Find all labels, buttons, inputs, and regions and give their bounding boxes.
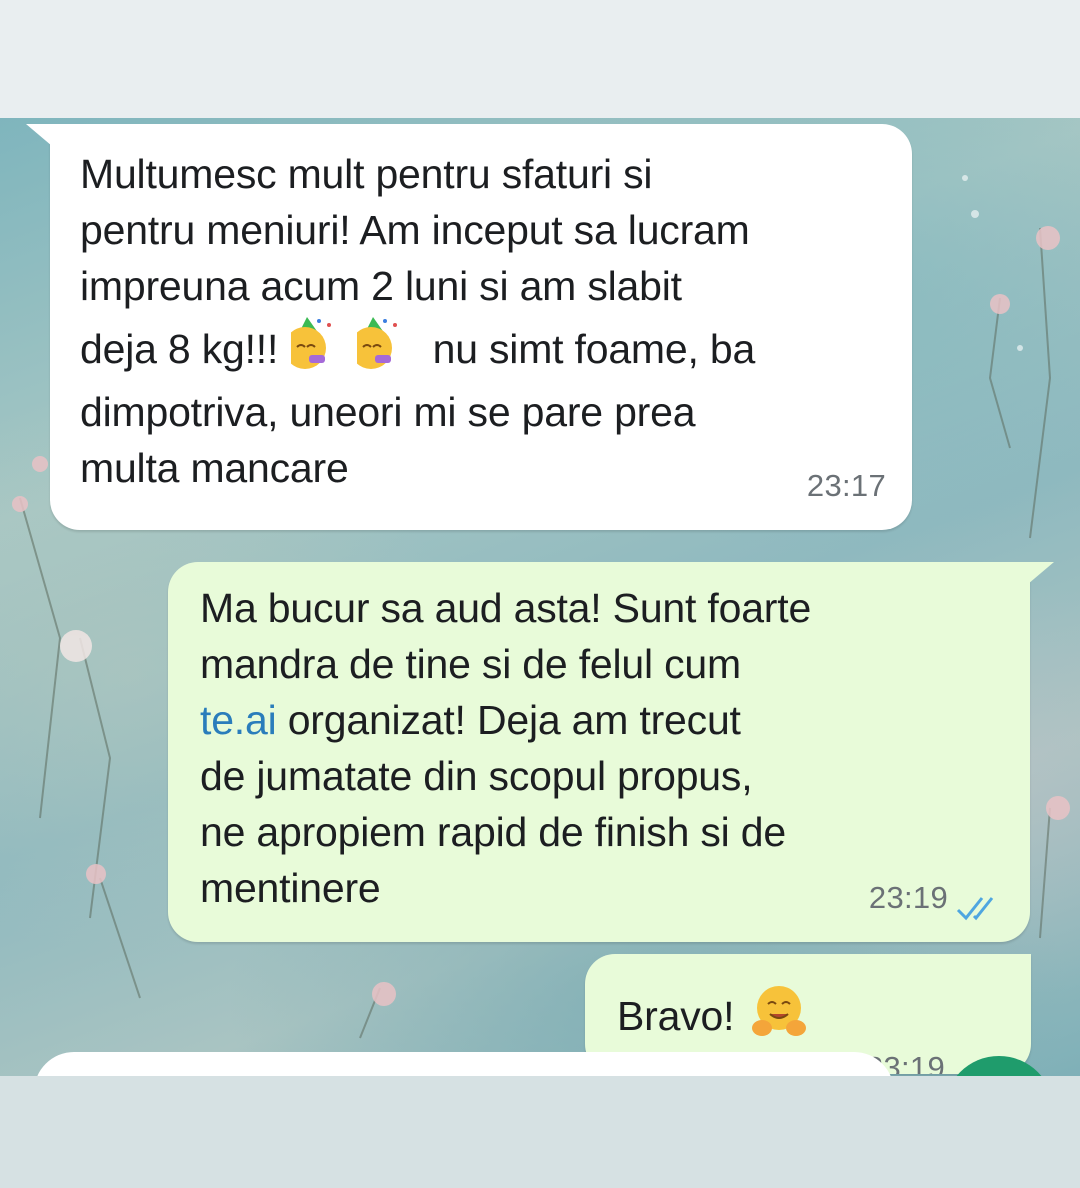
message-link[interactable]: te.ai: [200, 697, 277, 743]
hugging-face-emoji-icon: [751, 986, 806, 1036]
partying-face-emoji-icon: [357, 317, 398, 369]
message-text: Ma bucur sa aud asta! Sunt foarte mandra …: [200, 585, 812, 911]
bottom-strip: [0, 1076, 1080, 1188]
outgoing-message-bubble[interactable]: Ma bucur sa aud asta! Sunt foarte mandra …: [168, 562, 1054, 942]
double-check-read-icon: [956, 897, 994, 921]
message-timestamp: 23:19: [868, 880, 948, 915]
partying-face-emoji-icon: [291, 317, 332, 369]
message-timestamp: 23:17: [806, 468, 886, 503]
incoming-message-bubble[interactable]: Multumesc mult pentru sfaturi si pentru m…: [26, 124, 912, 530]
message-text: Bravo!: [617, 982, 1001, 1044]
screenshot-page: Multumesc mult pentru sfaturi si pentru m…: [0, 0, 1080, 1188]
chat-area[interactable]: Multumesc mult pentru sfaturi si pentru m…: [0, 118, 1080, 1076]
message-text: Multumesc mult pentru sfaturi si pentru m…: [80, 151, 756, 491]
